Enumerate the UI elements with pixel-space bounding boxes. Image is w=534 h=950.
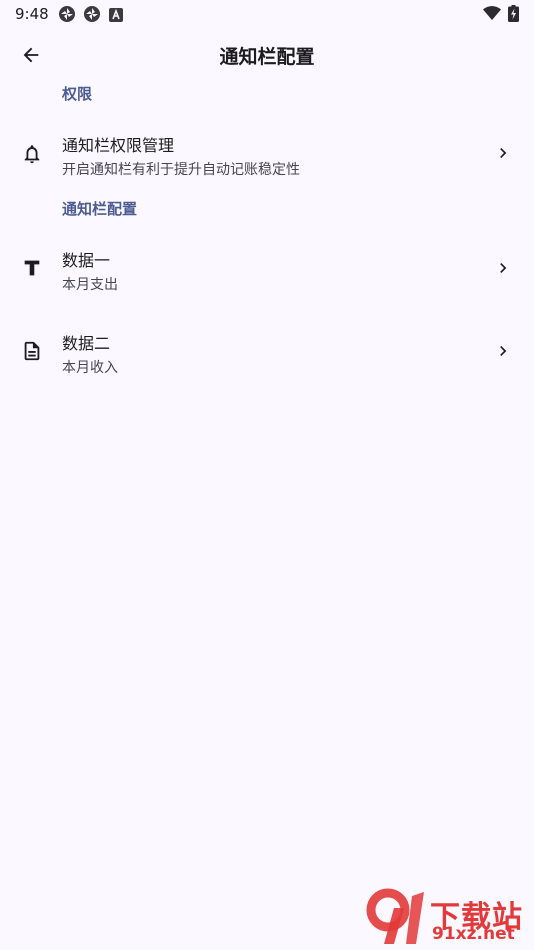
page-title: 通知栏配置 [219, 46, 315, 68]
chevron-right-icon [500, 148, 507, 158]
item-title: 数据二 [62, 334, 111, 353]
battery-charging-icon [508, 5, 519, 26]
chevron-right-icon [500, 346, 507, 356]
document-icon [20, 339, 44, 363]
section-header-notification-config: 通知栏配置 [62, 200, 138, 218]
wifi-icon [483, 6, 501, 25]
section-header-permissions: 权限 [62, 85, 93, 103]
list-item-data-two[interactable]: 数据二 本月收入 [0, 318, 534, 384]
aperture-icon [83, 5, 101, 27]
text-format-icon [20, 256, 44, 280]
chevron-right-icon [500, 263, 507, 273]
item-title: 通知栏权限管理 [62, 136, 175, 155]
watermark-logo: 下载站 91xz.net [364, 888, 530, 946]
item-subtitle: 本月支出 [62, 277, 118, 293]
app-a-icon [109, 7, 123, 26]
watermark-91-logo [366, 888, 424, 944]
bell-icon [20, 142, 44, 166]
list-item-notification-permission[interactable]: 通知栏权限管理 开启通知栏有利于提升自动记账稳定性 [0, 120, 534, 186]
status-time: 9:48 [15, 5, 49, 23]
app-bar: 通知栏配置 [0, 28, 534, 80]
item-subtitle: 本月收入 [62, 360, 118, 376]
item-subtitle: 开启通知栏有利于提升自动记账稳定性 [62, 162, 300, 178]
item-title: 数据一 [62, 251, 111, 270]
watermark-site: 91xz.net [432, 924, 515, 944]
aperture-icon [58, 5, 76, 27]
status-bar: 9:48 [0, 0, 534, 28]
list-item-data-one[interactable]: 数据一 本月支出 [0, 235, 534, 301]
